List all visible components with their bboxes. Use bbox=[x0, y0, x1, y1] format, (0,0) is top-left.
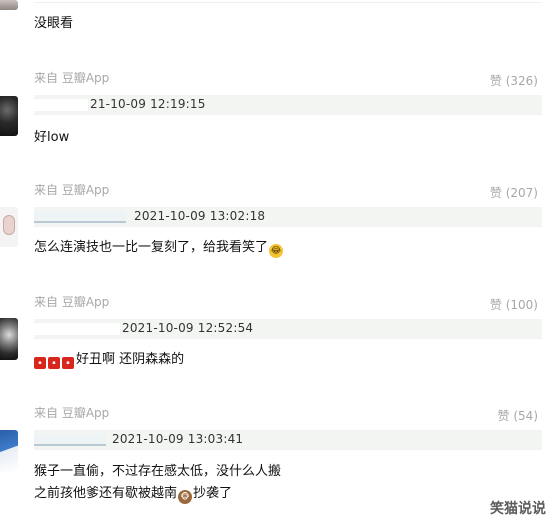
comment-source: 来自 豆瓣App bbox=[34, 71, 110, 85]
username-redacted bbox=[34, 323, 120, 335]
comment-timestamp: 2021-10-09 13:02:18 bbox=[134, 209, 266, 223]
comment-source: 来自 豆瓣App bbox=[34, 183, 110, 197]
like-button[interactable]: 赞 (207) bbox=[490, 184, 538, 201]
comment-source: 来自 豆瓣App bbox=[34, 295, 110, 309]
comment-timestamp: 2021-10-09 12:52:54 bbox=[122, 321, 254, 335]
monkey-emoji-icon: 🐵 bbox=[178, 490, 193, 504]
watermark: 笑猫说说 bbox=[490, 501, 546, 517]
username-redacted bbox=[34, 434, 106, 446]
comment-text-line1: 猴子一直偷，不过存在感太低，没什么人搬 bbox=[34, 464, 282, 479]
avatar[interactable] bbox=[0, 96, 18, 136]
like-button[interactable]: 赞 (100) bbox=[490, 296, 538, 313]
comment-text: 怎么连演技也一比一复刻了，给我看笑了 😂 bbox=[34, 239, 284, 258]
comment-meta: 21-10-09 12:19:15 bbox=[34, 95, 542, 115]
avatar[interactable] bbox=[0, 0, 18, 10]
comment-text-part: 抄袭了 bbox=[193, 486, 233, 501]
comment-text: 好low bbox=[34, 130, 70, 145]
username-redacted bbox=[34, 99, 88, 111]
comment-meta: 2021-10-09 13:03:41 bbox=[34, 430, 542, 450]
like-button[interactable]: 赞 (54) bbox=[498, 407, 538, 424]
red-badge-icon: ▪ bbox=[34, 357, 46, 369]
red-badge-icon: ▪ bbox=[62, 357, 74, 369]
red-badge-icon: ▪ bbox=[48, 357, 60, 369]
avatar[interactable] bbox=[0, 430, 18, 472]
comment-text: ▪ ▪ ▪ 好丑啊 还阴森森的 bbox=[34, 351, 184, 369]
comment-text-body: 怎么连演技也一比一复刻了，给我看笑了 bbox=[34, 240, 269, 255]
comment-text-line2: 之前孩他爹还有歇被越南 🐵 抄袭了 bbox=[34, 485, 232, 504]
comment-meta: 2021-10-09 13:02:18 bbox=[34, 207, 542, 227]
username-redacted bbox=[34, 211, 126, 223]
comment-timestamp: 21-10-09 12:19:15 bbox=[90, 97, 206, 111]
comment-text: 没眼看 bbox=[34, 16, 74, 31]
comment-text-body: 好丑啊 还阴森森的 bbox=[76, 352, 185, 367]
comment-timestamp: 2021-10-09 13:03:41 bbox=[112, 432, 244, 446]
comment-source: 来自 豆瓣App bbox=[34, 406, 110, 420]
comment-text-part: 之前孩他爹还有歇被越南 bbox=[34, 486, 178, 501]
avatar[interactable] bbox=[0, 207, 18, 247]
comment-meta: 2021-10-09 12:52:54 bbox=[34, 319, 542, 339]
like-button[interactable]: 赞 (326) bbox=[490, 72, 538, 89]
avatar[interactable] bbox=[0, 318, 18, 360]
laughing-emoji-icon: 😂 bbox=[269, 244, 284, 258]
divider bbox=[34, 2, 542, 3]
comment-feed: 没眼看 来自 豆瓣App 赞 (326) 21-10-09 12:19:15 好… bbox=[0, 0, 554, 528]
